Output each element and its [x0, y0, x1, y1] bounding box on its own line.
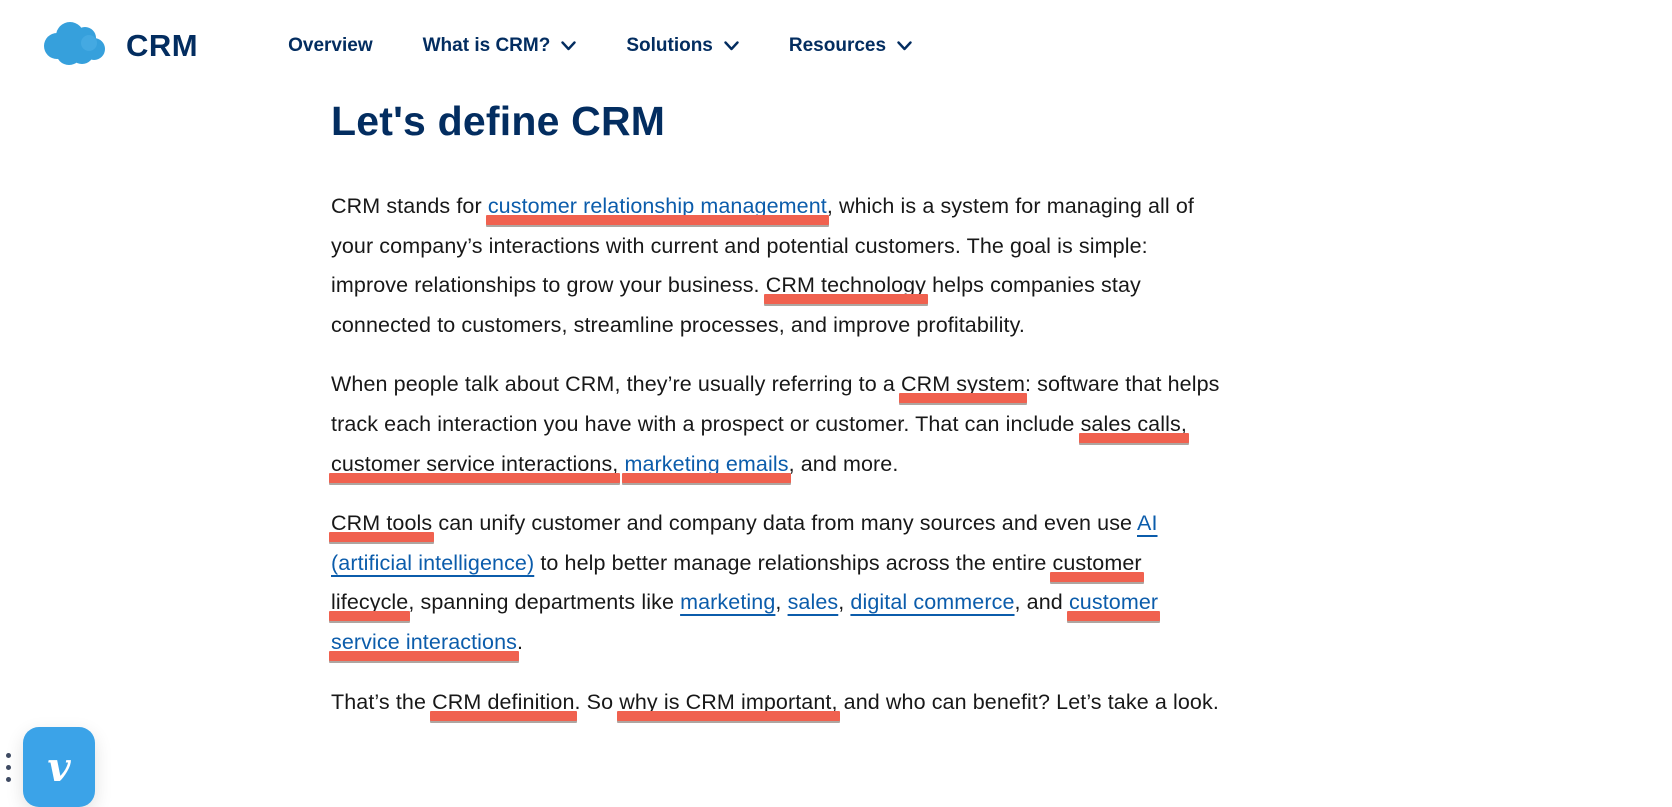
nav-item-label: Overview	[288, 35, 373, 57]
brand-title: CRM	[126, 28, 198, 64]
red-underlined-text: customer service interactions,	[331, 452, 618, 476]
paragraph: CRM stands for customer relationship man…	[331, 187, 1416, 345]
body-text: connected to customers, streamline proce…	[331, 313, 1025, 337]
body-text: CRM stands for	[331, 194, 488, 218]
site-header: CRM Overview What is CRM? Solutions Reso…	[0, 0, 1672, 92]
inline-link[interactable]: AI	[1137, 511, 1158, 535]
paragraph: That’s the CRM definition. So why is CRM…	[331, 683, 1416, 723]
page-title: Let's define CRM	[331, 98, 1416, 145]
nav-item-overview[interactable]: Overview	[288, 35, 373, 57]
red-underlined-text: why is CRM important,	[619, 690, 837, 714]
paragraph: CRM tools can unify customer and company…	[331, 504, 1416, 662]
chevron-down-icon	[561, 41, 576, 51]
brand[interactable]: CRM	[40, 18, 198, 75]
body-text: , and more.	[789, 452, 899, 476]
body-text: can unify customer and company data from…	[432, 511, 1137, 535]
inline-link[interactable]: customer	[1069, 590, 1158, 614]
body-text: ,	[838, 590, 850, 614]
body-text: your company’s interactions with current…	[331, 234, 1148, 258]
body-text: improve relationships to grow your busin…	[331, 273, 766, 297]
red-underlined-text: CRM tools	[331, 511, 432, 535]
nav-item-label: What is CRM?	[423, 35, 551, 57]
inline-link[interactable]: digital commerce	[850, 590, 1014, 614]
body-text: , which is a system for managing all of	[827, 194, 1194, 218]
body-text: , spanning departments like	[408, 590, 680, 614]
paragraph: When people talk about CRM, they’re usua…	[331, 365, 1416, 484]
red-underlined-text: lifecycle	[331, 590, 408, 614]
body-text: and who can benefit? Let’s take a look.	[838, 690, 1219, 714]
body-text: to help better manage relationships acro…	[534, 551, 1052, 575]
inline-link[interactable]: service interactions	[331, 630, 517, 654]
inline-link[interactable]: marketing emails	[624, 452, 788, 476]
red-underlined-text: CRM definition	[432, 690, 574, 714]
red-underlined-text: customer	[1052, 551, 1141, 575]
vimeo-v-icon: v	[23, 748, 95, 788]
inline-link[interactable]: (artificial intelligence)	[331, 551, 534, 575]
chevron-down-icon	[724, 41, 739, 51]
drag-handle-dots-icon[interactable]	[6, 753, 11, 782]
body-text: , and	[1015, 590, 1069, 614]
article-body: CRM stands for customer relationship man…	[331, 187, 1416, 722]
inline-link[interactable]: marketing	[680, 590, 775, 614]
nav-item-solutions[interactable]: Solutions	[626, 35, 739, 57]
body-text: . So	[575, 690, 620, 714]
inline-link[interactable]: sales	[788, 590, 839, 614]
nav-item-resources[interactable]: Resources	[789, 35, 912, 57]
nav-item-label: Resources	[789, 35, 886, 57]
red-underlined-text: sales calls,	[1081, 412, 1187, 436]
body-text: That’s the	[331, 690, 432, 714]
red-underlined-text: CRM system	[901, 372, 1025, 396]
main-nav: Overview What is CRM? Solutions Resource…	[288, 35, 962, 57]
inline-link[interactable]: customer relationship management	[488, 194, 827, 218]
body-text: : software that helps	[1025, 372, 1220, 396]
vimeo-video-button[interactable]: v	[23, 727, 95, 807]
nav-item-what-is-crm[interactable]: What is CRM?	[423, 35, 577, 57]
body-text: ,	[775, 590, 787, 614]
body-text: track each interaction you have with a p…	[331, 412, 1081, 436]
chevron-down-icon	[897, 41, 912, 51]
body-text: When people talk about CRM, they’re usua…	[331, 372, 901, 396]
salesforce-cloud-logo-icon	[40, 18, 108, 75]
body-text: helps companies stay	[926, 273, 1141, 297]
main-content: Let's define CRM CRM stands for customer…	[331, 98, 1416, 722]
nav-item-label: Solutions	[626, 35, 713, 57]
red-underlined-text: CRM technology	[766, 273, 926, 297]
